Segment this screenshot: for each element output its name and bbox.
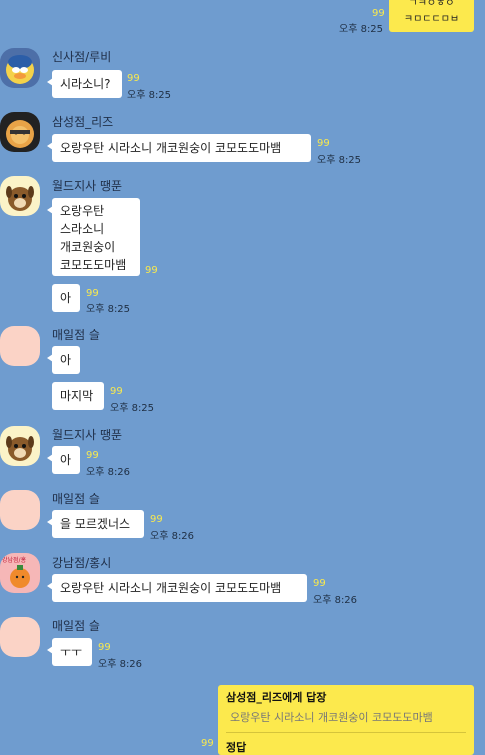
unread-count: 99 [86, 288, 99, 299]
sender-name: 삼성점_리즈 [52, 115, 114, 129]
message-line: 개코원숭이 [60, 240, 116, 254]
message-bubble[interactable]: 아 [47, 446, 80, 474]
message-time: 오후 8:25 [127, 90, 172, 101]
avatar[interactable]: 강남점/홍 [0, 553, 40, 593]
reply-message-bubble[interactable]: 삼성점_리즈에게 답장 오랑우탄 시라소니 개코원숭이 코모도도마뱀 정답 [218, 685, 474, 755]
unread-count: 99 [313, 578, 326, 589]
sender-name: 매일점 슬 [52, 328, 100, 342]
sender-name: 매일점 슬 [52, 619, 100, 633]
unread-count: 99 [150, 514, 163, 525]
reply-quote: 오랑우탄 시라소니 개코원숭이 코모도도마뱀 [230, 711, 433, 724]
avatar[interactable] [0, 617, 40, 657]
sender-name: 매일점 슬 [52, 492, 100, 506]
message-bubble[interactable]: 오랑우탄 시라소니 개코원숭이 코모도도마뱀 [47, 134, 311, 162]
message-bubble[interactable]: 오랑우탄 스라소니 개코원숭이 코모도도마뱀 [47, 198, 140, 276]
avatar[interactable] [0, 48, 40, 88]
sender-name: 강남점/홍시 [52, 556, 112, 570]
duck-avatar-icon [6, 55, 34, 84]
message-bubble[interactable]: 아 [52, 284, 80, 312]
message-time: 오후 8:25 [339, 24, 384, 35]
lion-avatar-icon [6, 120, 34, 148]
message-bubble[interactable]: ㅜㅜ [47, 638, 92, 666]
sender-name: 신사점/루비 [52, 50, 112, 64]
unread-count: 99 [127, 73, 140, 84]
avatar[interactable] [0, 326, 40, 366]
dog-avatar-icon [6, 436, 34, 461]
sender-name: 월드지사 땡푼 [52, 428, 123, 442]
message-time: 오후 8:26 [313, 595, 358, 606]
unread-count: 99 [110, 386, 123, 397]
message-bubble[interactable]: 오랑우탄 시라소니 개코원숭이 코모도도마뱀 [47, 574, 307, 602]
message-time: 오후 8:26 [98, 659, 143, 670]
avatar[interactable] [0, 176, 40, 216]
my-message-bubble[interactable]: ㄱㅋㅇㅎㅇ ㅋㅁㄷㄷㅁㅂ [389, 0, 474, 32]
message-time: 오후 8:26 [150, 531, 195, 542]
my-message-line: ㄱㅋㅇㅎㅇ [408, 0, 455, 9]
reply-title: 삼성점_리즈에게 답장 [226, 691, 327, 704]
message-line: 코모도도마뱀 [60, 258, 127, 272]
reply-answer: 정답 [226, 741, 247, 754]
message-line: 오랑우탄 [60, 204, 105, 218]
message-time: 오후 8:25 [86, 304, 131, 315]
avatar[interactable] [0, 112, 40, 152]
message-bubble[interactable]: 마지막 [52, 382, 104, 410]
unread-count: 99 [86, 450, 99, 461]
message-time: 오후 8:25 [110, 403, 155, 414]
my-message-line: ㅋㅁㄷㄷㅁㅂ [403, 14, 460, 25]
message-line: 스라소니 [60, 222, 105, 236]
unread-count: 99 [98, 642, 111, 653]
avatar[interactable] [0, 490, 40, 530]
avatar-badge: 강남점/홍 [2, 557, 27, 564]
unread-count: 99 [317, 138, 330, 149]
unread-count: 99 [372, 8, 385, 19]
unread-count: 99 [201, 738, 214, 749]
message-time: 오후 8:26 [86, 467, 131, 478]
message-bubble[interactable]: 을 모르겠너스 [47, 510, 144, 538]
reply-divider [226, 732, 466, 733]
unread-count: 99 [145, 265, 158, 276]
message-bubble[interactable]: 아 [47, 346, 80, 374]
sender-name: 월드지사 땡푼 [52, 179, 123, 193]
message-time: 오후 8:25 [317, 155, 362, 166]
dog-avatar-icon [6, 186, 34, 211]
message-bubble[interactable]: 시라소니? [47, 70, 122, 98]
avatar[interactable] [0, 426, 40, 466]
